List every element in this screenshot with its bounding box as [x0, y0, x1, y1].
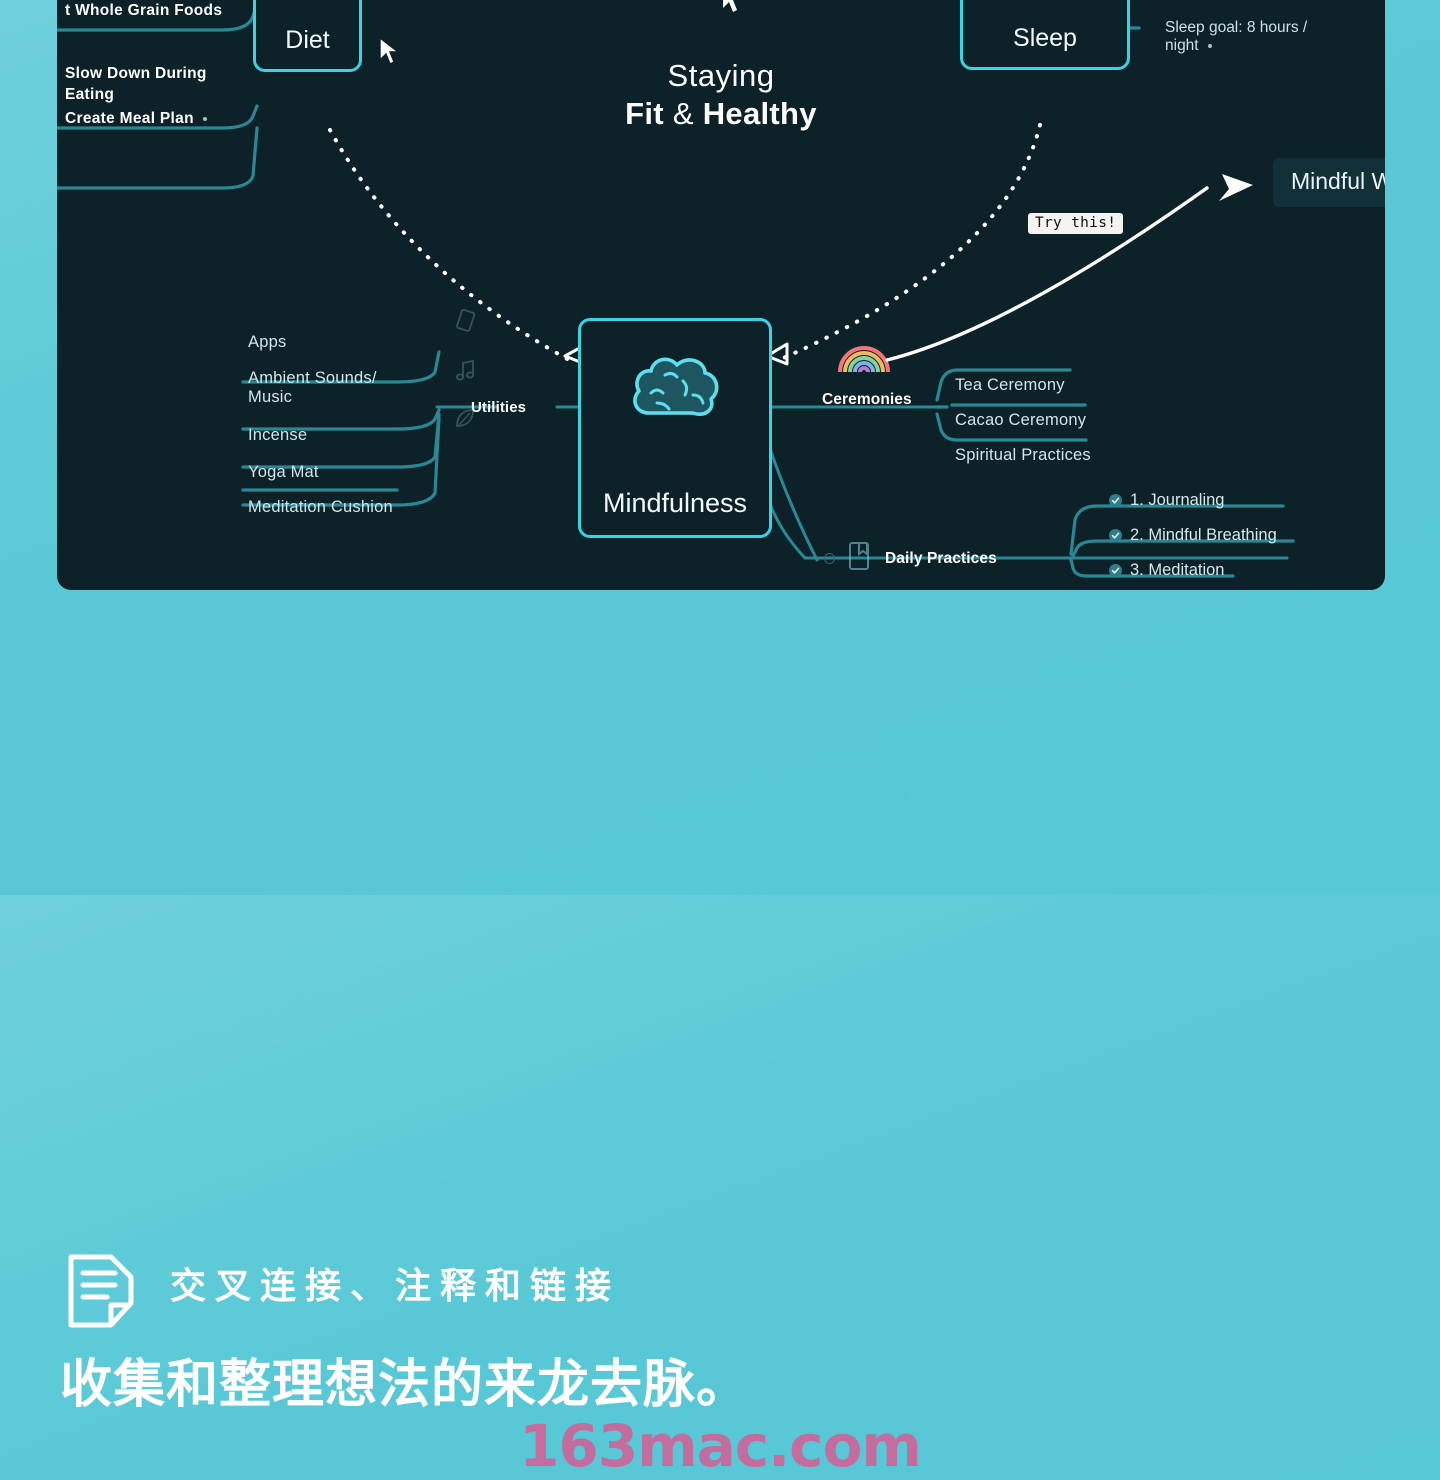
- diet-item-0-label: t Whole Grain Foods: [65, 2, 223, 19]
- utilities-item-3-label: Yoga Mat: [248, 463, 319, 482]
- site-watermark: 163mac.com: [519, 1412, 922, 1480]
- sleep-item-0-label: Sleep goal: 8 hours / night: [1165, 18, 1308, 55]
- utilities-item-2[interactable]: Incense: [248, 408, 307, 445]
- title-healthy: Healthy: [702, 96, 817, 131]
- page-title: Staying Fit & Healthy: [57, 58, 1385, 132]
- mindful-linked-card[interactable]: Mindful W: [1273, 158, 1385, 207]
- utilities-item-4[interactable]: Meditation Cushion: [248, 480, 393, 517]
- utilities-item-1-label: Ambient Sounds/ Music: [248, 369, 377, 406]
- check-icon: [1109, 494, 1122, 507]
- ceremonies-item-1-label: Cacao Ceremony: [955, 411, 1087, 430]
- title-line-2: Fit & Healthy: [57, 96, 1385, 132]
- ceremonies-item-2-label: Spiritual Practices: [955, 446, 1091, 465]
- sleep-item-0[interactable]: Sleep goal: 8 hours / night: [1165, 0, 1307, 56]
- music-note-icon: [455, 358, 477, 387]
- mindmap-canvas[interactable]: Diet t Whole Grain Foods Slow Down Durin…: [57, 0, 1385, 590]
- title-fit: Fit: [625, 96, 664, 131]
- try-this-callout[interactable]: Try this!: [1028, 213, 1124, 234]
- utilities-item-1[interactable]: Ambient Sounds/ Music: [248, 351, 377, 406]
- sleep-item-0-dot: [1207, 44, 1212, 49]
- collapse-toggle-daily-practices[interactable]: [824, 553, 835, 564]
- daily-practices-item-0-label: 1. Journaling: [1130, 491, 1225, 509]
- daily-practices-item-0[interactable]: 1. Journaling: [1109, 491, 1224, 510]
- ceremonies-label[interactable]: Ceremonies: [822, 391, 912, 409]
- daily-practices-label[interactable]: Daily Practices: [885, 550, 997, 568]
- ceremonies-item-2[interactable]: Spiritual Practices: [955, 428, 1091, 465]
- mouse-cursor-top: [723, 0, 741, 12]
- check-icon: [1109, 564, 1122, 577]
- phone-icon: [455, 308, 477, 338]
- ceremonies-item-1[interactable]: Cacao Ceremony: [955, 393, 1086, 430]
- node-sleep-label: Sleep: [1013, 24, 1077, 52]
- utilities-item-0[interactable]: Apps: [248, 315, 286, 352]
- daily-practices-item-2[interactable]: 3. Meditation: [1109, 561, 1224, 580]
- brain-icon: [581, 351, 769, 427]
- promo-heading: 交叉连接、注释和链接: [170, 1266, 621, 1307]
- node-mindfulness-label: Mindfulness: [602, 488, 748, 518]
- title-line-1: Staying: [667, 58, 775, 93]
- check-icon: [1109, 529, 1122, 542]
- daily-practices-item-1-label: 2. Mindful Breathing: [1130, 526, 1277, 544]
- utilities-item-0-label: Apps: [248, 333, 287, 352]
- rainbow-icon: [835, 340, 893, 379]
- document-lines-icon: [65, 1253, 137, 1334]
- daily-practices-item-2-label: 3. Meditation: [1130, 561, 1225, 579]
- utilities-item-4-label: Meditation Cushion: [248, 498, 393, 517]
- ceremonies-item-0-label: Tea Ceremony: [955, 376, 1065, 395]
- notebook-icon: [847, 541, 871, 576]
- utilities-label[interactable]: Utilities: [471, 399, 526, 416]
- ceremonies-item-0[interactable]: Tea Ceremony: [955, 358, 1065, 395]
- utilities-item-3[interactable]: Yoga Mat: [248, 445, 319, 482]
- utilities-item-2-label: Incense: [248, 426, 308, 445]
- node-diet-label: Diet: [285, 26, 330, 54]
- title-amp: &: [672, 96, 694, 131]
- promo-subheading: 收集和整理想法的来龙去脉。: [60, 1355, 750, 1415]
- diet-item-0[interactable]: t Whole Grain Foods: [65, 2, 222, 20]
- promo-section: 交叉连接、注释和链接 收集和整理想法的来龙去脉。 163mac.com: [0, 600, 1440, 1480]
- node-mindfulness[interactable]: Mindfulness: [578, 318, 772, 538]
- daily-practices-item-1[interactable]: 2. Mindful Breathing: [1109, 526, 1277, 545]
- leaf-icon: [453, 406, 477, 435]
